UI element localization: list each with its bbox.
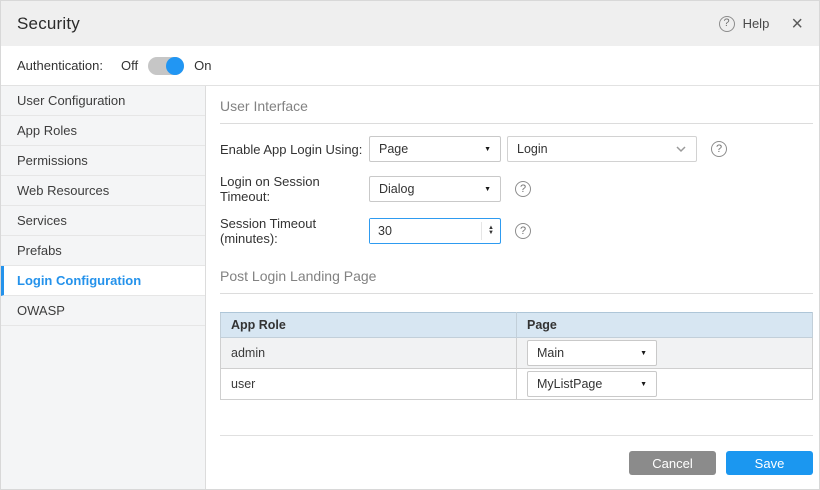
chevron-down-icon <box>675 145 687 153</box>
main-content: User Interface Enable App Login Using: P… <box>206 86 820 490</box>
login-type-value: Page <box>379 142 408 156</box>
authentication-toggle[interactable] <box>148 57 184 75</box>
help-icon[interactable]: ? <box>719 16 735 32</box>
stepper-down-icon[interactable]: ▼ <box>488 231 494 236</box>
section-user-interface: User Interface <box>220 98 813 124</box>
table-row: admin Main ▼ <box>221 338 813 369</box>
column-page: Page <box>517 313 813 338</box>
sidebar-item-user-configuration[interactable]: User Configuration <box>1 86 205 116</box>
login-page-value: Login <box>517 142 548 156</box>
toggle-knob <box>166 57 184 75</box>
timeout-minutes-help-icon[interactable]: ? <box>515 223 531 239</box>
user-page-value: MyListPage <box>537 377 602 391</box>
timeout-login-select[interactable]: Dialog ▼ <box>369 176 501 202</box>
app-role-cell: user <box>221 369 517 400</box>
login-page-select[interactable]: Login <box>507 136 697 162</box>
enable-login-help-icon[interactable]: ? <box>711 141 727 157</box>
sidebar-item-permissions[interactable]: Permissions <box>1 146 205 176</box>
login-type-select[interactable]: Page ▼ <box>369 136 501 162</box>
dropdown-caret-icon: ▼ <box>484 146 491 153</box>
admin-page-select[interactable]: Main ▼ <box>527 340 657 366</box>
timeout-login-help-icon[interactable]: ? <box>515 181 531 197</box>
column-app-role: App Role <box>221 313 517 338</box>
sidebar-item-app-roles[interactable]: App Roles <box>1 116 205 146</box>
section-post-login: Post Login Landing Page <box>220 268 813 294</box>
timeout-login-value: Dialog <box>379 182 414 196</box>
sidebar-item-web-resources[interactable]: Web Resources <box>1 176 205 206</box>
timeout-minutes-label: Session Timeout (minutes): <box>220 216 369 246</box>
timeout-minutes-row: Session Timeout (minutes): ▲ ▼ ? <box>220 216 813 246</box>
sidebar-item-login-configuration[interactable]: Login Configuration <box>1 266 205 296</box>
timeout-minutes-input[interactable] <box>370 219 481 243</box>
toggle-on-label: On <box>194 58 211 73</box>
dropdown-caret-icon: ▼ <box>640 350 647 357</box>
dropdown-caret-icon: ▼ <box>640 381 647 388</box>
sidebar: User Configuration App Roles Permissions… <box>1 86 206 490</box>
enable-login-row: Enable App Login Using: Page ▼ Login ? <box>220 136 813 162</box>
footer: Cancel Save <box>220 435 813 490</box>
titlebar: Security ? Help × <box>1 1 819 46</box>
sidebar-item-owasp[interactable]: OWASP <box>1 296 205 326</box>
save-button[interactable]: Save <box>726 451 813 475</box>
enable-login-label: Enable App Login Using: <box>220 142 369 157</box>
timeout-login-label: Login on Session Timeout: <box>220 174 369 204</box>
timeout-login-row: Login on Session Timeout: Dialog ▼ ? <box>220 174 813 204</box>
dropdown-caret-icon: ▼ <box>484 186 491 193</box>
number-stepper[interactable]: ▲ ▼ <box>481 222 500 240</box>
table-header-row: App Role Page <box>221 313 813 338</box>
toggle-off-label: Off <box>121 58 138 73</box>
table-row: user MyListPage ▼ <box>221 369 813 400</box>
authentication-label: Authentication: <box>17 58 103 73</box>
security-dialog: Security ? Help × Authentication: Off On… <box>0 0 820 490</box>
timeout-minutes-field: ▲ ▼ <box>369 218 501 244</box>
app-role-cell: admin <box>221 338 517 369</box>
sidebar-item-prefabs[interactable]: Prefabs <box>1 236 205 266</box>
cancel-button[interactable]: Cancel <box>629 451 716 475</box>
sidebar-item-services[interactable]: Services <box>1 206 205 236</box>
post-login-table: App Role Page admin Main ▼ <box>220 312 813 400</box>
close-icon[interactable]: × <box>791 14 803 34</box>
admin-page-value: Main <box>537 346 564 360</box>
help-link[interactable]: Help <box>743 16 770 31</box>
user-page-select[interactable]: MyListPage ▼ <box>527 371 657 397</box>
authentication-bar: Authentication: Off On <box>1 46 819 86</box>
page-title: Security <box>17 14 80 34</box>
